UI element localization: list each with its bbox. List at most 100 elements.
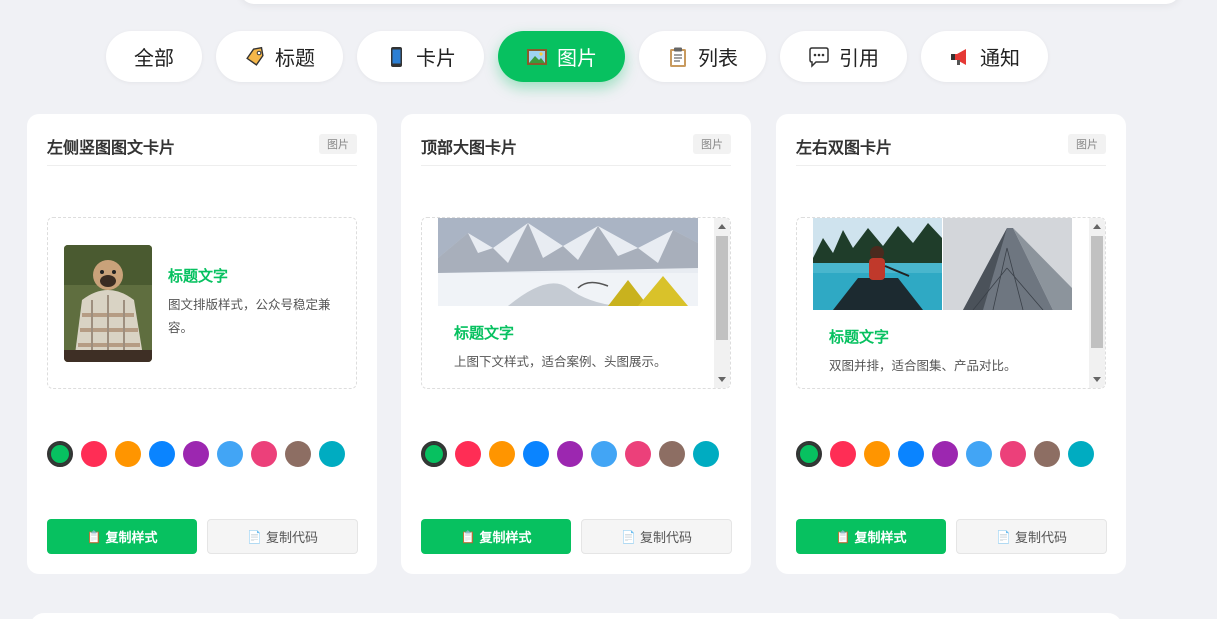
color-swatch-red[interactable]: [455, 441, 481, 467]
card-header: 左右双图卡片 图片: [796, 134, 1106, 166]
color-swatch-cyan[interactable]: [319, 441, 345, 467]
template-card-left-image: 左侧竖图图文卡片 图片 标题文字 图文排版样式，公众号稳定兼容。 📋 复制样式 …: [27, 114, 377, 574]
copy-style-button[interactable]: 📋 复制样式: [796, 519, 946, 554]
tab-label: 引用: [839, 46, 879, 70]
copy-code-label: 复制代码: [639, 531, 692, 546]
color-swatch-light-blue[interactable]: [591, 441, 617, 467]
scroll-down-arrow-icon[interactable]: [1093, 377, 1101, 382]
color-swatch-purple[interactable]: [932, 441, 958, 467]
preview-title: 标题文字: [829, 328, 890, 346]
preview-photo: [438, 218, 698, 306]
color-swatch-cyan[interactable]: [693, 441, 719, 467]
color-swatch-red[interactable]: [81, 441, 107, 467]
color-swatch-pink[interactable]: [251, 441, 277, 467]
color-swatch-green[interactable]: [421, 441, 447, 467]
tab-label: 标题: [275, 46, 315, 70]
template-card-top-image: 顶部大图卡片 图片 标题文字 上图下文样式，适合案例、头图展示。 📋 复制样式 …: [401, 114, 751, 574]
color-swatch-purple[interactable]: [183, 441, 209, 467]
tab-all[interactable]: 全部: [106, 31, 202, 82]
card-header: 顶部大图卡片 图片: [421, 134, 731, 166]
color-swatches: [47, 441, 345, 467]
card-tag: 图片: [693, 134, 731, 154]
scroll-up-arrow-icon[interactable]: [718, 224, 726, 229]
color-swatches: [796, 441, 1094, 467]
category-tabs: 全部 标题 卡片 图片 列表 引用 通知: [106, 31, 1048, 82]
card-preview[interactable]: 标题文字 上图下文样式，适合案例、头图展示。: [421, 217, 731, 389]
tab-title[interactable]: 标题: [216, 31, 343, 82]
copy-style-button[interactable]: 📋 复制样式: [47, 519, 197, 554]
tab-quote[interactable]: 引用: [780, 31, 907, 82]
copy-code-button[interactable]: 📄 复制代码: [581, 519, 732, 554]
color-swatch-blue[interactable]: [149, 441, 175, 467]
card-tag: 图片: [319, 134, 357, 154]
tab-label: 图片: [557, 46, 597, 70]
clipboard-icon: 📋: [835, 529, 851, 544]
tag-icon: [244, 46, 266, 68]
card-header: 左侧竖图图文卡片 图片: [47, 134, 357, 166]
preview-text: 图文排版样式，公众号稳定兼容。: [168, 297, 331, 335]
scrollbar-thumb[interactable]: [716, 236, 728, 340]
tab-label: 全部: [134, 46, 174, 70]
preview-scrollbar[interactable]: [1089, 218, 1105, 388]
document-icon: 📄: [996, 529, 1011, 544]
copy-code-label: 复制代码: [265, 531, 318, 546]
color-swatch-light-blue[interactable]: [217, 441, 243, 467]
document-icon: 📄: [621, 529, 636, 544]
tab-list[interactable]: 列表: [639, 31, 766, 82]
preview-photo: [64, 245, 152, 362]
color-swatches: [421, 441, 719, 467]
color-swatch-orange[interactable]: [115, 441, 141, 467]
phone-icon: [385, 46, 407, 68]
speech-bubble-icon: [808, 46, 830, 68]
clipboard-icon: [667, 46, 689, 68]
clipboard-icon: 📋: [86, 529, 102, 544]
top-panel-edge: [240, 0, 1180, 4]
scrollbar-thumb[interactable]: [1091, 236, 1103, 348]
copy-code-label: 复制代码: [1014, 531, 1067, 546]
color-swatch-red[interactable]: [830, 441, 856, 467]
document-icon: 📄: [247, 529, 262, 544]
copy-style-label: 复制样式: [479, 531, 532, 546]
color-swatch-purple[interactable]: [557, 441, 583, 467]
card-title: 左右双图卡片: [796, 138, 893, 157]
preview-text: 上图下文样式，适合案例、头图展示。: [454, 354, 667, 369]
clipboard-icon: 📋: [460, 529, 476, 544]
preview-scrollbar[interactable]: [714, 218, 730, 388]
picture-icon: [526, 46, 548, 68]
scroll-up-arrow-icon[interactable]: [1093, 224, 1101, 229]
tab-label: 卡片: [416, 46, 456, 70]
template-card-dual-image: 左右双图卡片 图片 标题文字 双图并排，适合图集、产品对比。 📋 复制样式 📄 …: [776, 114, 1126, 574]
card-title: 左侧竖图图文卡片: [47, 138, 176, 157]
preview-title: 标题文字: [454, 324, 515, 342]
copy-code-button[interactable]: 📄 复制代码: [207, 519, 358, 554]
color-swatch-brown[interactable]: [659, 441, 685, 467]
color-swatch-brown[interactable]: [285, 441, 311, 467]
copy-code-button[interactable]: 📄 复制代码: [956, 519, 1107, 554]
color-swatch-pink[interactable]: [1000, 441, 1026, 467]
preview-photo-left: [813, 218, 942, 310]
scroll-down-arrow-icon[interactable]: [718, 377, 726, 382]
color-swatch-blue[interactable]: [523, 441, 549, 467]
tab-card[interactable]: 卡片: [357, 31, 484, 82]
color-swatch-light-blue[interactable]: [966, 441, 992, 467]
color-swatch-brown[interactable]: [1034, 441, 1060, 467]
color-swatch-orange[interactable]: [489, 441, 515, 467]
tab-label: 列表: [698, 46, 738, 70]
color-swatch-blue[interactable]: [898, 441, 924, 467]
next-section-card: [30, 613, 1122, 619]
megaphone-icon: [949, 46, 971, 68]
preview-photo-right: [943, 218, 1072, 310]
color-swatch-orange[interactable]: [864, 441, 890, 467]
copy-style-button[interactable]: 📋 复制样式: [421, 519, 571, 554]
card-preview[interactable]: 标题文字 双图并排，适合图集、产品对比。: [796, 217, 1106, 389]
card-tag: 图片: [1068, 134, 1106, 154]
color-swatch-green[interactable]: [47, 441, 73, 467]
tab-notice[interactable]: 通知: [921, 31, 1048, 82]
color-swatch-pink[interactable]: [625, 441, 651, 467]
card-preview[interactable]: 标题文字 图文排版样式，公众号稳定兼容。: [47, 217, 357, 389]
color-swatch-green[interactable]: [796, 441, 822, 467]
tab-image[interactable]: 图片: [498, 31, 625, 82]
preview-text: 双图并排，适合图集、产品对比。: [829, 358, 1017, 373]
card-title: 顶部大图卡片: [421, 138, 518, 157]
color-swatch-cyan[interactable]: [1068, 441, 1094, 467]
